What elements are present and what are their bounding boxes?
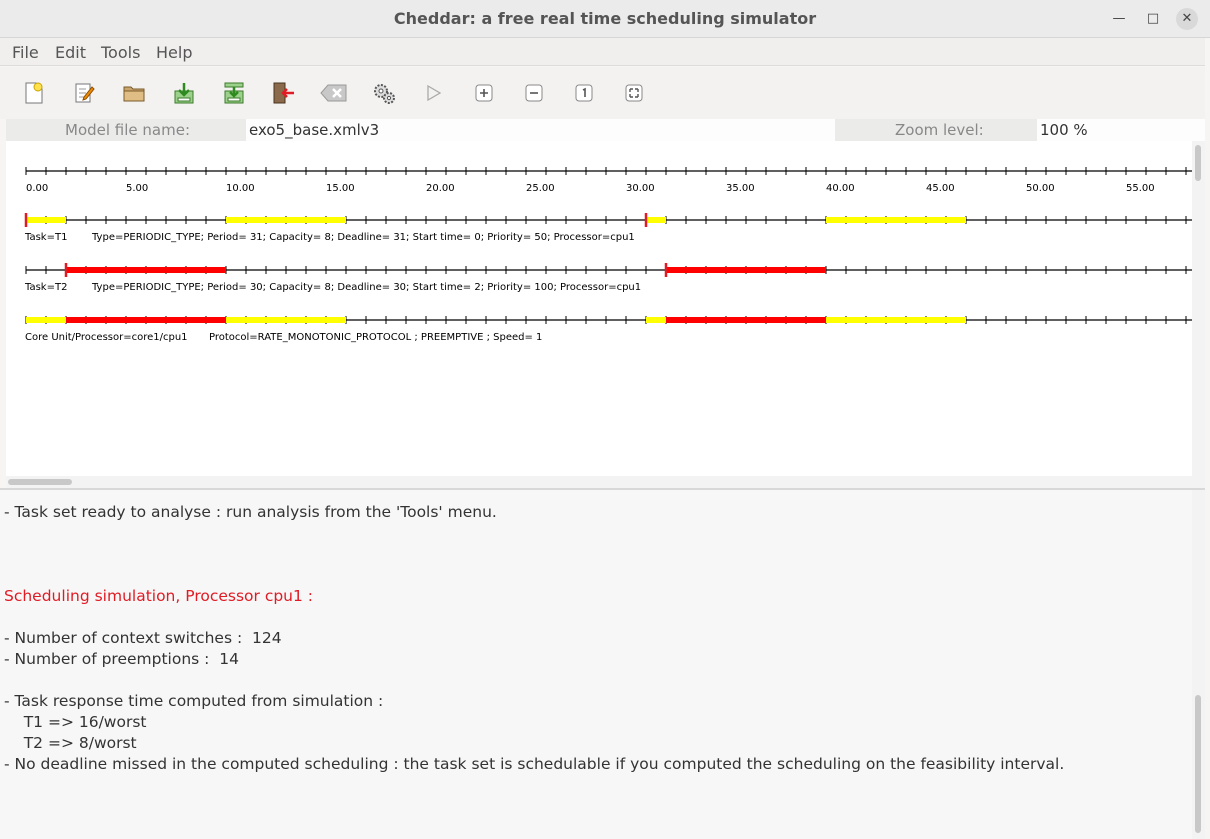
log-line: - Number of preemptions : 14 xyxy=(4,650,239,668)
model-file-field: exo5_base.xmlv3 xyxy=(246,119,835,141)
window-title: Cheddar: a free real time scheduling sim… xyxy=(393,9,817,28)
save-icon[interactable] xyxy=(172,81,196,105)
window-edge xyxy=(1205,38,1210,839)
execution-segment xyxy=(646,317,666,323)
gantt-row-description: Protocol=RATE_MONOTONIC_PROTOCOL ; PREEM… xyxy=(209,332,542,343)
axis-tick-label: 25.00 xyxy=(526,183,555,194)
run-icon[interactable] xyxy=(422,81,446,105)
gantt-row-description: Type=PERIODIC_TYPE; Period= 30; Capacity… xyxy=(91,282,641,293)
zoom-fit-icon[interactable] xyxy=(622,81,646,105)
zoom-level-label: Zoom level: xyxy=(895,121,984,139)
execution-segment xyxy=(66,267,226,273)
settings-gears-icon[interactable] xyxy=(372,81,396,105)
new-file-icon[interactable] xyxy=(22,81,46,105)
zoom-out-icon[interactable] xyxy=(522,81,546,105)
axis-tick-label: 35.00 xyxy=(726,183,755,194)
scrollbar-thumb[interactable] xyxy=(8,479,72,485)
log-line: - No deadline missed in the computed sch… xyxy=(4,755,1065,773)
model-file-label: Model file name: xyxy=(65,121,191,139)
zoom-reset-icon[interactable] xyxy=(572,81,596,105)
gantt-row-description: Type=PERIODIC_TYPE; Period= 31; Capacity… xyxy=(91,232,635,243)
canvas-vertical-scrollbar[interactable] xyxy=(1192,141,1205,488)
scrollbar-thumb[interactable] xyxy=(1195,695,1201,833)
axis-tick-label: 10.00 xyxy=(226,183,255,194)
menu-edit[interactable]: Edit xyxy=(55,43,86,62)
axis-tick-label: 30.00 xyxy=(626,183,655,194)
clear-icon[interactable] xyxy=(320,81,348,105)
results-log: - Task set ready to analyse : run analys… xyxy=(0,490,1205,839)
execution-segment xyxy=(226,217,346,223)
menu-help[interactable]: Help xyxy=(156,43,192,62)
maximize-button[interactable]: □ xyxy=(1142,8,1164,30)
open-folder-icon[interactable] xyxy=(122,81,146,105)
axis-tick-label: 50.00 xyxy=(1026,183,1055,194)
zoom-in-icon[interactable] xyxy=(472,81,496,105)
log-line: T2 => 8/worst xyxy=(4,734,137,752)
axis-tick-label: 15.00 xyxy=(326,183,355,194)
log-line: - Task response time computed from simul… xyxy=(4,692,384,710)
axis-tick-label: 5.00 xyxy=(126,183,148,194)
save-as-icon[interactable] xyxy=(222,81,246,105)
edit-icon[interactable] xyxy=(72,81,96,105)
toolbar xyxy=(0,67,1210,119)
execution-segment xyxy=(26,217,66,223)
scrollbar-thumb[interactable] xyxy=(1195,145,1201,181)
execution-segment xyxy=(826,317,966,323)
execution-segment xyxy=(66,317,226,323)
axis-tick-label: 40.00 xyxy=(826,183,855,194)
close-button[interactable]: ✕ xyxy=(1176,8,1198,30)
execution-segment xyxy=(666,317,826,323)
execution-segment xyxy=(826,217,966,223)
timeline-svg: 0.00 5.00 10.00 15.00 20.00 25.00 30.00 35.00 40… xyxy=(24,167,1192,343)
execution-segment xyxy=(666,267,826,273)
scheduling-canvas[interactable]: 0.00 5.00 10.00 15.00 20.00 25.00 30.00 35.00 40… xyxy=(6,141,1192,476)
menu-tools[interactable]: Tools xyxy=(101,43,140,62)
axis-tick-label: 20.00 xyxy=(426,183,455,194)
zoom-level-field: 100 % xyxy=(1037,119,1205,141)
execution-segment xyxy=(26,317,66,323)
gantt-row-label: Task=T2 xyxy=(24,282,67,293)
exit-icon[interactable] xyxy=(272,81,296,105)
axis-tick-label: 55.00 xyxy=(1126,183,1155,194)
canvas-horizontal-scrollbar[interactable] xyxy=(6,476,1192,488)
axis-tick-label: 0.00 xyxy=(26,183,48,194)
title-bar: Cheddar: a free real time scheduling sim… xyxy=(0,0,1210,38)
execution-segment xyxy=(646,217,666,223)
gantt-row-label: Core Unit/Processor=core1/cpu1 xyxy=(25,332,188,343)
log-line-heading: Scheduling simulation, Processor cpu1 : xyxy=(4,587,314,605)
log-line: - Number of context switches : 124 xyxy=(4,629,282,647)
log-vertical-scrollbar[interactable] xyxy=(1192,490,1205,839)
menu-file[interactable]: File xyxy=(12,43,39,62)
log-line: - Task set ready to analyse : run analys… xyxy=(4,503,497,521)
menu-bar: File Edit Tools Help xyxy=(0,38,1210,66)
axis-tick-label: 45.00 xyxy=(926,183,955,194)
gantt-row-label: Task=T1 xyxy=(24,232,67,243)
execution-segment xyxy=(226,317,346,323)
model-info-row: Model file name: exo5_base.xmlv3 Zoom le… xyxy=(6,119,1205,141)
minimize-button[interactable]: — xyxy=(1108,8,1130,30)
log-line: T1 => 16/worst xyxy=(4,713,147,731)
